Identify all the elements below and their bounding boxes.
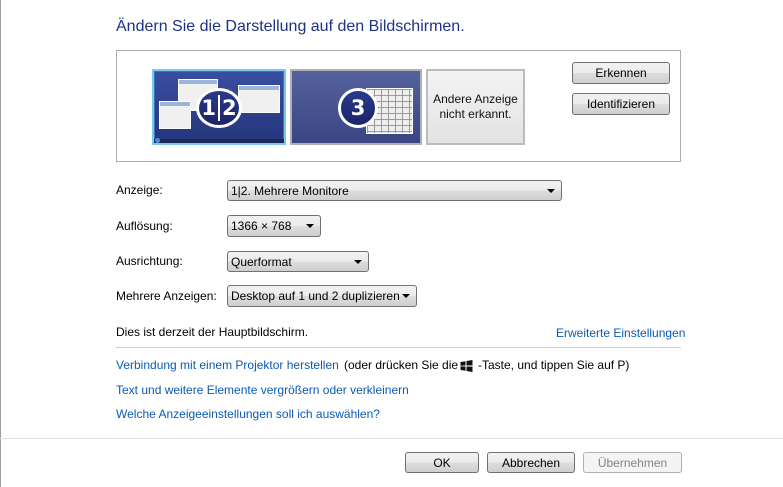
detect-button[interactable]: Erkennen [572,62,670,84]
monitor-arrangement-panel: 1 2 3 Andere Anzeige nicht erkannt. Erke… [116,50,681,162]
monitor-3[interactable]: 3 [290,69,422,145]
chevron-down-icon [402,294,410,298]
identify-button[interactable]: Identifizieren [572,93,670,115]
multiple-displays-label: Mehrere Anzeigen: [116,289,217,303]
advanced-settings-link[interactable]: Erweiterte Einstellungen [556,326,685,340]
orientation-label: Ausrichtung: [116,254,183,268]
mini-window-preview [238,85,280,113]
display-select[interactable]: 1|2. Mehrere Monitore [227,180,562,201]
resolution-select[interactable]: 1366 × 768 [227,215,321,237]
resolution-select-value: 1366 × 768 [231,219,292,233]
badge-number-2: 2 [222,96,237,120]
resolution-label: Auflösung: [116,219,173,233]
text-size-link[interactable]: Text und weitere Elemente vergrößern ode… [116,383,409,397]
mini-window-preview [159,101,191,129]
cancel-button[interactable]: Abbrechen [487,452,575,473]
which-settings-link[interactable]: Welche Anzeigeeinstellungen soll ich aus… [116,407,380,421]
main-display-status: Dies ist derzeit der Hauptbildschirm. [116,325,309,339]
apply-button[interactable]: Übernehmen [583,452,682,473]
mini-taskbar [154,139,284,143]
mini-start-orb [155,138,160,143]
monitor-number-badge: 3 [338,88,378,128]
monitor-1-2[interactable]: 1 2 [152,69,286,145]
window-left-border [0,0,1,487]
projector-hint-text-end: -Taste, und tippen Sie auf P) [478,358,630,372]
chevron-down-icon [306,224,314,228]
section-divider [116,347,681,348]
chevron-down-icon [547,188,555,193]
monitor-number-badge: 1 2 [196,88,242,128]
chevron-down-icon [354,259,362,264]
display-label: Anzeige: [116,183,163,197]
page-title: Ändern Sie die Darstellung auf den Bilds… [116,18,465,35]
multiple-displays-select[interactable]: Desktop auf 1 und 2 duplizieren [227,285,417,307]
footer-divider [0,438,783,439]
badge-number-3: 3 [350,96,366,120]
multiple-displays-select-value: Desktop auf 1 und 2 duplizieren [231,289,400,303]
projector-hint-text: (oder drücken Sie die [344,358,459,372]
monitor-not-detected[interactable]: Andere Anzeige nicht erkannt. [426,69,525,145]
badge-number-1: 1 [201,96,216,120]
windows-key-icon [460,360,473,372]
orientation-select[interactable]: Querformat [227,251,369,272]
orientation-select-value: Querformat [231,254,292,269]
badge-separator [218,95,220,121]
ok-button[interactable]: OK [405,452,479,473]
projector-link[interactable]: Verbindung mit einem Projektor herstelle… [116,358,339,372]
monitor-not-detected-label: Andere Anzeige nicht erkannt. [433,92,518,121]
display-select-value: 1|2. Mehrere Monitore [231,183,349,198]
